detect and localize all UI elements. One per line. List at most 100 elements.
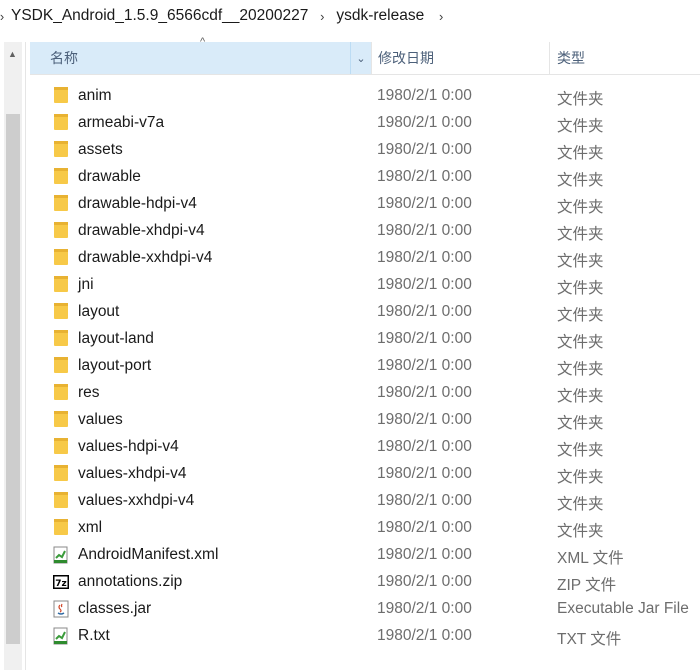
folder-icon <box>54 221 68 239</box>
file-name[interactable]: assets <box>78 141 123 159</box>
file-row[interactable]: drawable 1980/2/1 0:00 文件夹 <box>30 164 700 191</box>
file-row[interactable]: 7z annotations.zip 1980/2/1 0:00 ZIP 文件 <box>30 569 700 596</box>
file-name[interactable]: values-xhdpi-v4 <box>78 465 187 483</box>
zip-7z-icon: 7z <box>52 573 70 591</box>
column-filter-dropdown[interactable]: ⌄ <box>350 42 371 74</box>
file-type: 文件夹 <box>557 253 604 270</box>
file-row[interactable]: layout-land 1980/2/1 0:00 文件夹 <box>30 326 700 353</box>
file-row[interactable]: assets 1980/2/1 0:00 文件夹 <box>30 137 700 164</box>
folder-icon <box>54 518 68 536</box>
file-row[interactable]: values 1980/2/1 0:00 文件夹 <box>30 407 700 434</box>
file-row[interactable]: values-xhdpi-v4 1980/2/1 0:00 文件夹 <box>30 461 700 488</box>
file-name[interactable]: values-xxhdpi-v4 <box>78 492 194 510</box>
file-row[interactable]: R.txt 1980/2/1 0:00 TXT 文件 <box>30 623 700 650</box>
breadcrumb: › YSDK_Android_1.5.9_6566cdf__20200227 ›… <box>0 0 700 32</box>
file-row[interactable]: drawable-xxhdpi-v4 1980/2/1 0:00 文件夹 <box>30 245 700 272</box>
file-row[interactable]: drawable-hdpi-v4 1980/2/1 0:00 文件夹 <box>30 191 700 218</box>
txt-file-icon <box>52 627 70 645</box>
folder-icon <box>54 113 68 131</box>
file-row[interactable]: AndroidManifest.xml 1980/2/1 0:00 XML 文件 <box>30 542 700 569</box>
file-name[interactable]: layout-land <box>78 330 154 348</box>
file-modified-date: 1980/2/1 0:00 <box>377 546 472 563</box>
file-type: 文件夹 <box>557 361 604 378</box>
file-name[interactable]: classes.jar <box>78 600 151 618</box>
file-name[interactable]: drawable-hdpi-v4 <box>78 195 197 213</box>
folder-icon <box>54 248 68 266</box>
scroll-up-arrow-icon[interactable]: ▲ <box>8 49 17 59</box>
file-name[interactable]: drawable-xxhdpi-v4 <box>78 249 212 267</box>
file-name[interactable]: layout <box>78 303 119 321</box>
file-modified-date: 1980/2/1 0:00 <box>377 519 472 536</box>
file-name[interactable]: xml <box>78 519 102 537</box>
folder-icon <box>54 383 68 401</box>
column-header-type[interactable]: 类型 <box>549 42 700 74</box>
file-row[interactable]: values-xxhdpi-v4 1980/2/1 0:00 文件夹 <box>30 488 700 515</box>
file-type: 文件夹 <box>557 334 604 351</box>
file-row[interactable]: layout 1980/2/1 0:00 文件夹 <box>30 299 700 326</box>
java-jar-icon <box>52 600 70 618</box>
folder-icon <box>54 464 68 482</box>
chevron-right-icon[interactable]: › <box>0 9 8 24</box>
column-header-row: ^ 名称 ⌄ 修改日期 类型 <box>30 36 700 75</box>
file-name[interactable]: annotations.zip <box>78 573 182 591</box>
file-modified-date: 1980/2/1 0:00 <box>377 330 472 347</box>
file-row[interactable]: armeabi-v7a 1980/2/1 0:00 文件夹 <box>30 110 700 137</box>
file-row[interactable]: classes.jar 1980/2/1 0:00 Executable Jar F… <box>30 596 700 623</box>
file-row[interactable]: layout-port 1980/2/1 0:00 文件夹 <box>30 353 700 380</box>
file-type: 文件夹 <box>557 496 604 513</box>
column-header-date[interactable]: 修改日期 <box>371 42 549 74</box>
scrollbar-thumb[interactable] <box>6 114 20 644</box>
file-name[interactable]: jni <box>78 276 94 294</box>
navigation-scrollbar[interactable]: ▲ <box>4 42 22 670</box>
file-modified-date: 1980/2/1 0:00 <box>377 195 472 212</box>
file-type: 文件夹 <box>557 388 604 405</box>
file-name[interactable]: res <box>78 384 100 402</box>
file-row[interactable]: drawable-xhdpi-v4 1980/2/1 0:00 文件夹 <box>30 218 700 245</box>
file-type: 文件夹 <box>557 307 604 324</box>
file-row[interactable]: jni 1980/2/1 0:00 文件夹 <box>30 272 700 299</box>
file-type: 文件夹 <box>557 172 604 189</box>
file-row[interactable]: values-hdpi-v4 1980/2/1 0:00 文件夹 <box>30 434 700 461</box>
folder-icon <box>54 86 68 104</box>
file-modified-date: 1980/2/1 0:00 <box>377 384 472 401</box>
file-name[interactable]: anim <box>78 87 112 105</box>
file-modified-date: 1980/2/1 0:00 <box>377 249 472 266</box>
file-type: XML 文件 <box>557 550 624 567</box>
file-type: Executable Jar File <box>557 600 689 617</box>
file-row[interactable]: anim 1980/2/1 0:00 文件夹 <box>30 83 700 110</box>
xml-file-icon <box>52 546 70 564</box>
file-modified-date: 1980/2/1 0:00 <box>377 114 472 131</box>
file-name[interactable]: values <box>78 411 123 429</box>
folder-icon <box>54 140 68 158</box>
file-name[interactable]: drawable <box>78 168 141 186</box>
column-header-name[interactable]: ^ 名称 <box>30 36 370 74</box>
file-row[interactable]: xml 1980/2/1 0:00 文件夹 <box>30 515 700 542</box>
folder-icon <box>54 410 68 428</box>
folder-icon <box>54 329 68 347</box>
chevron-right-icon[interactable]: › <box>433 9 449 24</box>
breadcrumb-item-parent[interactable]: YSDK_Android_1.5.9_6566cdf__20200227 <box>8 7 311 25</box>
file-name[interactable]: AndroidManifest.xml <box>78 546 218 564</box>
file-list: anim 1980/2/1 0:00 文件夹 armeabi-v7a 1980/2/1 … <box>30 83 700 650</box>
file-modified-date: 1980/2/1 0:00 <box>377 141 472 158</box>
file-type: 文件夹 <box>557 91 604 108</box>
file-row[interactable]: res 1980/2/1 0:00 文件夹 <box>30 380 700 407</box>
breadcrumb-item-current[interactable]: ysdk-release <box>333 7 427 25</box>
file-modified-date: 1980/2/1 0:00 <box>377 276 472 293</box>
folder-icon <box>54 167 68 185</box>
column-header-type-label: 类型 <box>557 50 585 66</box>
file-name[interactable]: values-hdpi-v4 <box>78 438 179 456</box>
file-type: 文件夹 <box>557 280 604 297</box>
file-type: 文件夹 <box>557 226 604 243</box>
column-header-date-label: 修改日期 <box>378 50 434 66</box>
file-modified-date: 1980/2/1 0:00 <box>377 168 472 185</box>
pane-divider[interactable] <box>25 42 26 670</box>
chevron-right-icon[interactable]: › <box>314 9 330 24</box>
folder-icon <box>54 275 68 293</box>
file-name[interactable]: R.txt <box>78 627 110 645</box>
svg-text:7z: 7z <box>55 579 67 589</box>
file-name[interactable]: drawable-xhdpi-v4 <box>78 222 205 240</box>
file-name[interactable]: layout-port <box>78 357 151 375</box>
file-name[interactable]: armeabi-v7a <box>78 114 164 132</box>
file-modified-date: 1980/2/1 0:00 <box>377 357 472 374</box>
